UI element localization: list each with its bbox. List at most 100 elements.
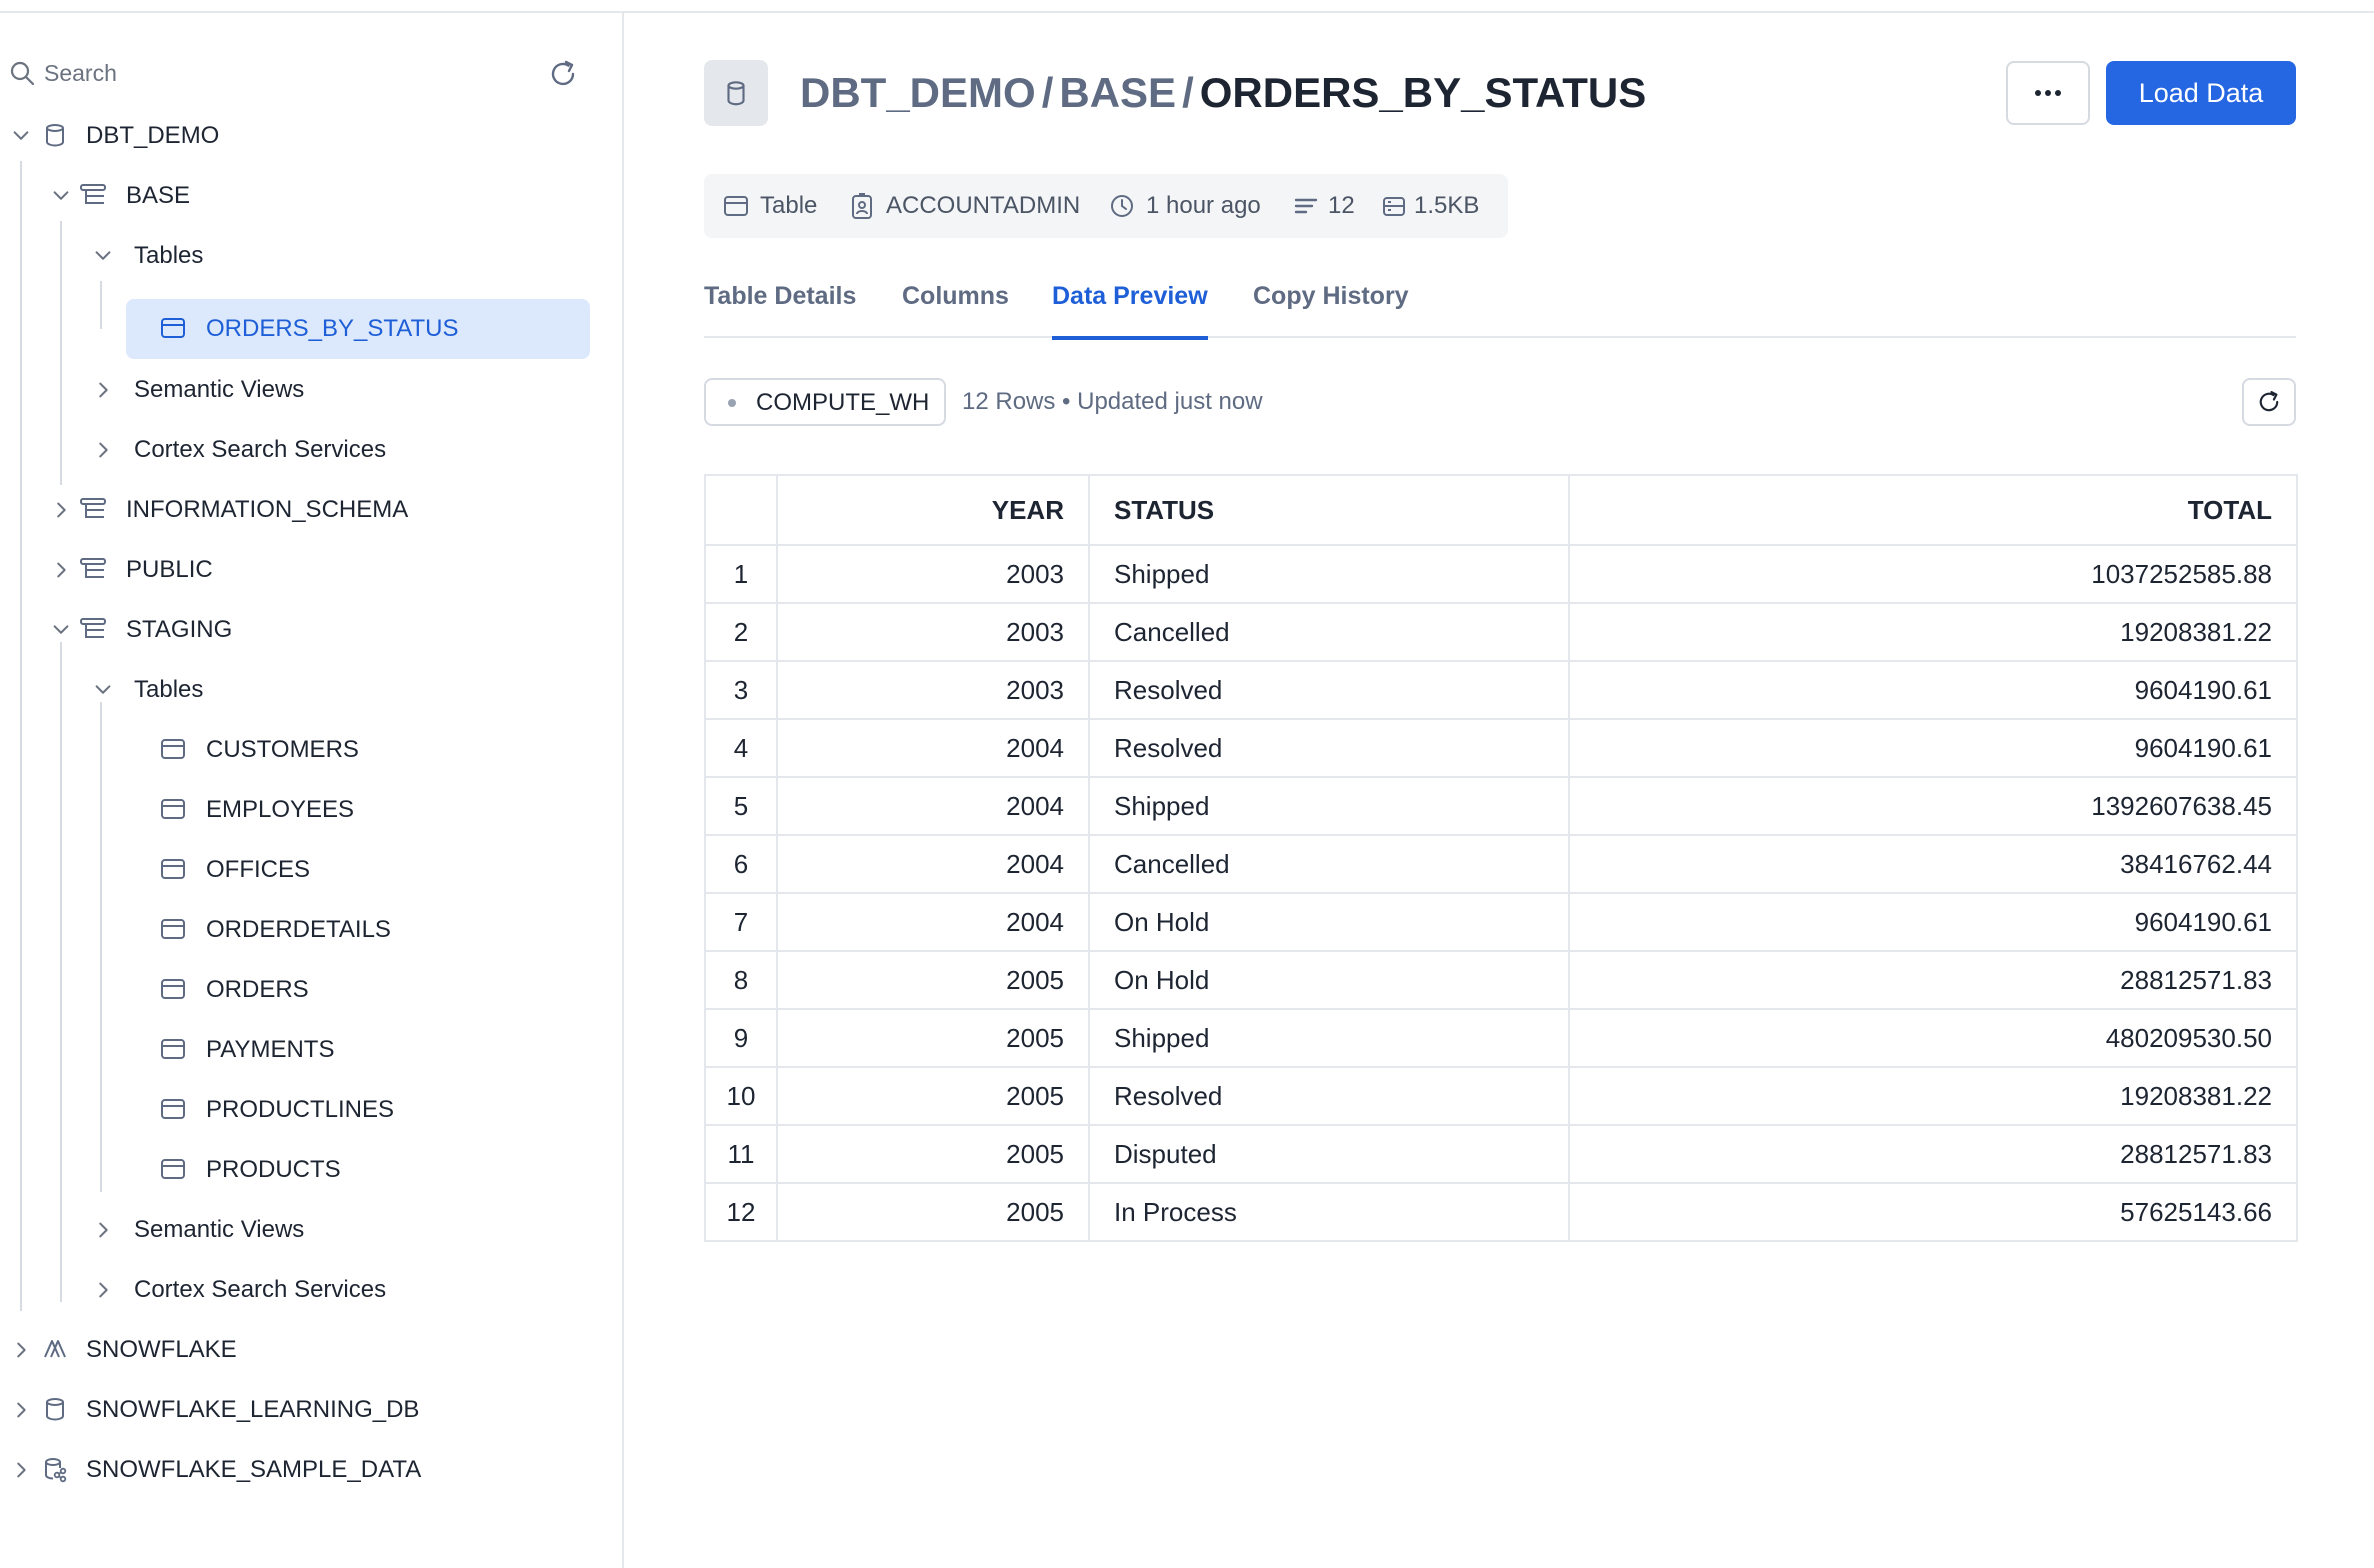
tab-copy-history[interactable]: Copy History	[1253, 282, 1409, 338]
cell-year[interactable]: 2005	[776, 1066, 1090, 1126]
cell-status[interactable]: Shipped	[1088, 776, 1570, 836]
tree-item-base-semantic-views[interactable]: Semantic Views	[0, 361, 600, 417]
tree-item-snowflake-learning-db[interactable]: SNOWFLAKE_LEARNING_DB	[0, 1381, 600, 1437]
cell-total[interactable]: 9604190.61	[1568, 660, 2298, 720]
cell-year[interactable]: 2005	[776, 950, 1090, 1010]
cell-year[interactable]: 2004	[776, 718, 1090, 778]
cell-status[interactable]: Disputed	[1088, 1124, 1570, 1184]
cell-year[interactable]: 2003	[776, 602, 1090, 662]
tree-item-staging[interactable]: STAGING	[0, 601, 600, 657]
cell-year[interactable]: 2003	[776, 544, 1090, 604]
tab-data-preview[interactable]: Data Preview	[1052, 282, 1208, 340]
cell-status[interactable]: Resolved	[1088, 718, 1570, 778]
tree-item-orderdetails[interactable]: ORDERDETAILS	[126, 901, 590, 957]
cell-year[interactable]: 2005	[776, 1124, 1090, 1184]
tree-item-products[interactable]: PRODUCTS	[126, 1141, 590, 1197]
chevron-right-icon[interactable]	[10, 1399, 32, 1421]
cell-status[interactable]: In Process	[1088, 1182, 1570, 1242]
table-icon	[158, 735, 188, 763]
cell-year[interactable]: 2005	[776, 1008, 1090, 1068]
tree-item-base-tables[interactable]: Tables	[0, 227, 600, 283]
tab-table-details[interactable]: Table Details	[704, 282, 856, 338]
tree-item-offices[interactable]: OFFICES	[126, 841, 590, 897]
chevron-right-icon[interactable]	[92, 1279, 114, 1301]
cell-year[interactable]: 2004	[776, 892, 1090, 952]
breadcrumb-database[interactable]: DBT_DEMO	[800, 69, 1036, 116]
tree-item-public[interactable]: PUBLIC	[0, 541, 600, 597]
chevron-right-icon[interactable]	[92, 379, 114, 401]
chevron-down-icon[interactable]	[92, 679, 114, 701]
cell-total[interactable]: 28812571.83	[1568, 950, 2298, 1010]
breadcrumb-schema[interactable]: BASE	[1059, 69, 1176, 116]
column-header-year[interactable]: YEAR	[776, 474, 1090, 546]
tree-item-orders-by-status[interactable]: ORDERS_BY_STATUS	[126, 299, 590, 359]
cell-status[interactable]: Resolved	[1088, 1066, 1570, 1126]
rows-icon	[1294, 198, 1318, 214]
cell-total[interactable]: 38416762.44	[1568, 834, 2298, 894]
cell-total[interactable]: 1392607638.45	[1568, 776, 2298, 836]
chevron-down-icon[interactable]	[92, 245, 114, 267]
cell-status[interactable]: On Hold	[1088, 950, 1570, 1010]
chevron-right-icon[interactable]	[50, 559, 72, 581]
cell-total[interactable]: 28812571.83	[1568, 1124, 2298, 1184]
cell-status[interactable]: Shipped	[1088, 1008, 1570, 1068]
tree-item-staging-semantic-views[interactable]: Semantic Views	[0, 1201, 600, 1257]
chevron-down-icon[interactable]	[10, 125, 32, 147]
tree-item-productlines[interactable]: PRODUCTLINES	[126, 1081, 590, 1137]
cell-total[interactable]: 57625143.66	[1568, 1182, 2298, 1242]
chevron-right-icon[interactable]	[10, 1339, 32, 1361]
tree-item-label: CUSTOMERS	[206, 736, 359, 763]
chevron-right-icon[interactable]	[92, 1219, 114, 1241]
column-header-total[interactable]: TOTAL	[1568, 474, 2298, 546]
tree-item-base[interactable]: BASE	[0, 167, 600, 223]
load-data-button[interactable]: Load Data	[2106, 61, 2296, 125]
tree-item-information-schema[interactable]: INFORMATION_SCHEMA	[0, 481, 600, 537]
cell-status[interactable]: Cancelled	[1088, 834, 1570, 894]
cell-status[interactable]: Resolved	[1088, 660, 1570, 720]
table-icon	[158, 975, 188, 1003]
cell-total[interactable]: 19208381.22	[1568, 602, 2298, 662]
cell-year[interactable]: 2003	[776, 660, 1090, 720]
tree-item-label: ORDERDETAILS	[206, 916, 391, 943]
refresh-preview-button[interactable]	[2242, 378, 2296, 426]
tree-item-payments[interactable]: PAYMENTS	[126, 1021, 590, 1077]
chevron-down-icon[interactable]	[50, 619, 72, 641]
cell-total[interactable]: 9604190.61	[1568, 892, 2298, 952]
tree-item-snowflake[interactable]: SNOWFLAKE	[0, 1321, 600, 1377]
tree-item-orders[interactable]: ORDERS	[126, 961, 590, 1017]
cell-year[interactable]: 2005	[776, 1182, 1090, 1242]
more-horizontal-icon	[2035, 90, 2061, 96]
tree-item-employees[interactable]: EMPLOYEES	[126, 781, 590, 837]
refresh-icon[interactable]	[546, 57, 580, 91]
chevron-right-icon[interactable]	[50, 499, 72, 521]
tree-item-base-cortex-search[interactable]: Cortex Search Services	[0, 421, 600, 477]
cell-status[interactable]: Cancelled	[1088, 602, 1570, 662]
cell-total[interactable]: 19208381.22	[1568, 1066, 2298, 1126]
tree-item-label: Cortex Search Services	[134, 436, 387, 463]
row-number: 5	[704, 776, 778, 836]
chevron-right-icon[interactable]	[92, 439, 114, 461]
cell-year[interactable]: 2004	[776, 776, 1090, 836]
cell-total[interactable]: 1037252585.88	[1568, 544, 2298, 604]
cell-year[interactable]: 2004	[776, 834, 1090, 894]
tab-columns[interactable]: Columns	[902, 282, 1009, 338]
chevron-down-icon[interactable]	[50, 185, 72, 207]
cell-total[interactable]: 480209530.50	[1568, 1008, 2298, 1068]
search-input[interactable]	[44, 53, 504, 93]
row-number: 7	[704, 892, 778, 952]
warehouse-selector[interactable]: COMPUTE_WH	[704, 378, 946, 426]
table-row: 8 2005 On Hold 28812571.83	[704, 950, 2298, 1010]
tree-item-staging-tables[interactable]: Tables	[0, 661, 600, 717]
cell-status[interactable]: On Hold	[1088, 892, 1570, 952]
cell-total[interactable]: 9604190.61	[1568, 718, 2298, 778]
column-header-status[interactable]: STATUS	[1088, 474, 1570, 546]
more-actions-button[interactable]	[2006, 61, 2090, 125]
cell-status[interactable]: Shipped	[1088, 544, 1570, 604]
tree-item-customers[interactable]: CUSTOMERS	[126, 721, 590, 777]
tree-item-snowflake-sample-data[interactable]: SNOWFLAKE_SAMPLE_DATA	[0, 1441, 600, 1497]
table-icon	[158, 1035, 188, 1063]
object-explorer-sidebar: DBT_DEMO BASE Tables ORDERS_BY_STATUS Se…	[0, 13, 624, 1568]
chevron-right-icon[interactable]	[10, 1459, 32, 1481]
tree-item-staging-cortex-search[interactable]: Cortex Search Services	[0, 1261, 600, 1317]
tree-item-dbt-demo[interactable]: DBT_DEMO	[0, 107, 600, 163]
